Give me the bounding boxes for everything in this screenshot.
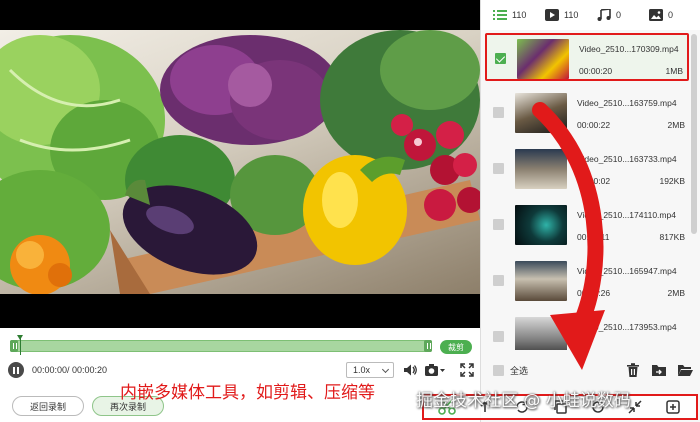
file-size: 192KB <box>659 176 685 186</box>
filter-tab-all[interactable]: 110 <box>493 9 545 21</box>
file-row[interactable]: Video_2510...165947.mp4 00:00:26 2MB <box>485 257 689 305</box>
filter-count: 110 <box>564 10 579 20</box>
file-size: 1MB <box>665 66 683 76</box>
back-to-recording-button[interactable]: 返回录制 <box>12 396 84 416</box>
screenshot-camera-icon[interactable] <box>424 362 446 378</box>
video-icon <box>545 9 559 21</box>
video-thumbnail <box>515 93 567 133</box>
file-row[interactable]: Video_2510...163733.mp4 00:00:02 192KB <box>485 145 689 193</box>
volume-icon[interactable] <box>402 362 418 378</box>
file-duration: 00:00:20 <box>579 66 613 76</box>
file-name: Video_2510...163733.mp4 <box>577 154 677 164</box>
timeline[interactable] <box>10 335 432 355</box>
file-duration: 00:00:22 <box>577 120 611 130</box>
music-icon <box>597 9 611 21</box>
speed-select[interactable]: 1.0x <box>346 362 394 378</box>
pause-icon <box>13 366 19 374</box>
select-all[interactable]: 全选 <box>493 364 528 377</box>
video-thumbnail <box>517 39 569 79</box>
row-checkbox[interactable] <box>493 331 504 342</box>
file-size: 2MB <box>667 288 685 298</box>
file-row[interactable]: Video_2510...174110.mp4 00:00:11 817KB <box>485 201 689 249</box>
video-thumbnail <box>515 317 567 350</box>
list-icon <box>493 10 507 20</box>
pause-button[interactable] <box>8 362 24 378</box>
file-size: 2MB <box>667 120 685 130</box>
watermark: 掘金技术社区 @ 小蛙说数码 <box>416 391 631 411</box>
file-size: 817KB <box>659 232 685 242</box>
chevron-down-icon <box>381 365 390 374</box>
time-readout: 00:00:00/ 00:00:20 <box>32 365 108 375</box>
filter-count: 110 <box>512 10 527 20</box>
filter-count: 0 <box>668 10 674 20</box>
vegetable-scene-image <box>0 30 480 294</box>
file-list-scrollbar[interactable] <box>691 34 697 234</box>
annotation-caption: 内嵌多媒体工具，如剪辑、压缩等 <box>120 383 375 403</box>
more-tools-icon <box>666 400 680 414</box>
file-name: Video_2510...174110.mp4 <box>577 210 676 220</box>
file-duration: 00:00:11 <box>577 232 610 242</box>
video-thumbnail <box>515 205 567 245</box>
file-name: Video_2510...165947.mp4 <box>577 266 677 276</box>
video-frame <box>0 30 480 294</box>
filter-tab-audio[interactable]: 0 <box>597 9 649 21</box>
file-list: Video_2510...170309.mp4 00:00:20 1MB Vid… <box>481 32 691 350</box>
playhead[interactable] <box>17 335 23 355</box>
row-checkbox[interactable] <box>493 275 504 286</box>
select-all-checkbox[interactable] <box>493 365 504 376</box>
file-row[interactable]: Video_2510...173953.mp4 <box>485 313 689 350</box>
video-thumbnail <box>515 261 567 301</box>
file-name: Video_2510...170309.mp4 <box>579 44 679 54</box>
file-row[interactable]: Video_2510...163759.mp4 00:00:22 2MB <box>485 89 689 137</box>
timeline-track[interactable] <box>10 340 432 352</box>
row-checkbox[interactable] <box>493 219 504 230</box>
trim-start-handle[interactable] <box>10 340 18 352</box>
filter-tab-video[interactable]: 110 <box>545 9 597 21</box>
file-duration: 00:00:02 <box>577 176 611 186</box>
trim-end-handle[interactable] <box>424 340 432 352</box>
file-duration: 00:00:26 <box>577 288 611 298</box>
select-all-label: 全选 <box>510 366 529 376</box>
speed-value: 1.0x <box>353 365 371 375</box>
image-icon <box>649 9 663 21</box>
row-checkbox[interactable] <box>493 107 504 118</box>
file-name: Video_2510...163759.mp4 <box>577 98 677 108</box>
trash-icon[interactable] <box>625 362 641 378</box>
file-panel: 110 110 0 0 Video_2510...170309.mp4 00:0… <box>480 0 700 422</box>
video-preview[interactable] <box>0 0 480 328</box>
row-checkbox[interactable] <box>493 163 504 174</box>
export-folder-icon[interactable] <box>651 362 667 378</box>
row-checkbox[interactable] <box>495 53 506 64</box>
open-folder-icon[interactable] <box>677 362 693 378</box>
trim-button[interactable]: 裁剪 <box>440 340 472 354</box>
filter-tabs: 110 110 0 0 <box>481 0 700 30</box>
filter-tab-image[interactable]: 0 <box>649 9 700 21</box>
video-thumbnail <box>515 149 567 189</box>
tool-more[interactable] <box>662 397 684 417</box>
file-row[interactable]: Video_2510...170309.mp4 00:00:20 1MB <box>485 33 689 81</box>
filter-count: 0 <box>616 10 622 20</box>
fullscreen-icon[interactable] <box>459 362 475 378</box>
screen-recorder-window: 裁剪 00:00:00/ 00:00:20 1.0x 返回录制 再次录制 110… <box>0 0 700 422</box>
file-name: Video_2510...173953.mp4 <box>577 322 677 332</box>
